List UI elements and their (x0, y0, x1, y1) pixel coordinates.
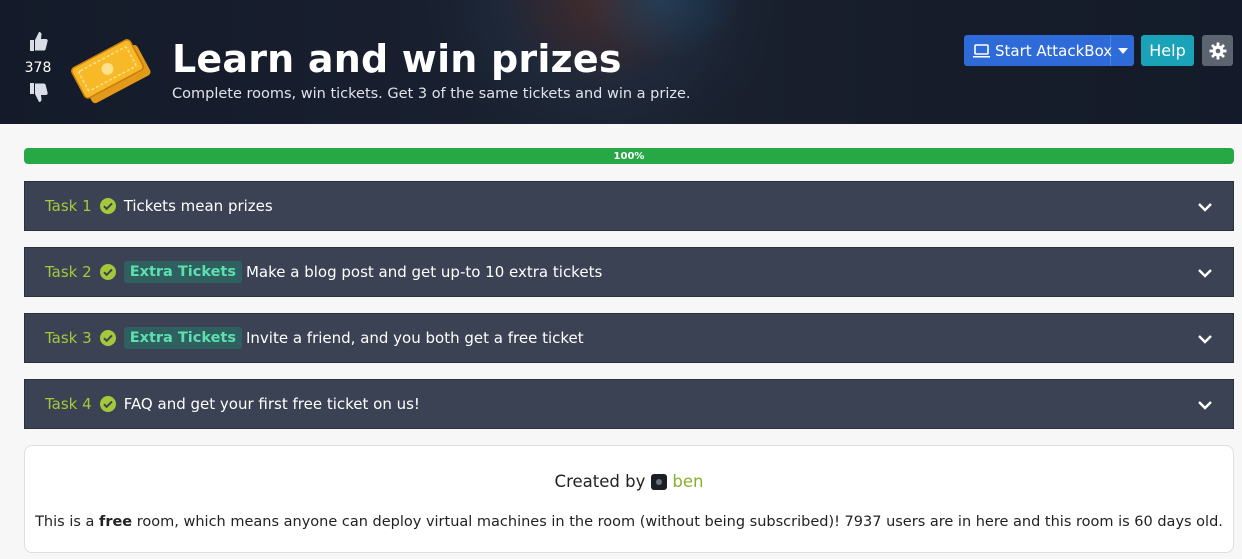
gear-icon (1209, 42, 1226, 59)
created-by-label: Created by (554, 472, 646, 491)
task-number: Task 3 (45, 329, 92, 347)
page-title: Learn and win prizes (172, 37, 622, 81)
help-button[interactable]: Help (1141, 35, 1194, 66)
room-progress-bar: 100% (24, 148, 1234, 164)
start-attackbox-button[interactable]: Start AttackBox (964, 35, 1134, 66)
task-3-header[interactable]: Task 3 Extra Tickets Invite a friend, an… (24, 313, 1234, 363)
ticket-icon (71, 39, 151, 104)
page-subtitle: Complete rooms, win tickets. Get 3 of th… (172, 86, 691, 102)
task-number: Task 1 (45, 197, 92, 215)
task-2-header[interactable]: Task 2 Extra Tickets Make a blog post an… (24, 247, 1234, 297)
chevron-down-icon[interactable] (1197, 199, 1213, 215)
task-number: Task 2 (45, 263, 92, 281)
task-title: Make a blog post and get up-to 10 extra … (245, 263, 603, 281)
extra-tickets-badge: Extra Tickets (123, 327, 242, 349)
vote-panel: 378 (22, 30, 54, 104)
check-circle-icon (99, 198, 116, 214)
room-info-card: Created by ben This is a free room, whic… (24, 445, 1234, 553)
chevron-down-icon[interactable] (1197, 331, 1213, 347)
free-label: free (99, 514, 133, 530)
task-number: Task 4 (45, 395, 92, 413)
thumbs-down-icon[interactable] (28, 82, 48, 104)
chevron-down-icon[interactable] (1197, 397, 1213, 413)
room-header: 378 Learn and win prizes Complete rooms,… (0, 0, 1242, 124)
room-description: This is a free room, which means anyone … (35, 514, 1223, 530)
thumbs-up-icon[interactable] (28, 30, 48, 52)
settings-button[interactable] (1202, 35, 1233, 66)
progress-label: 100% (613, 150, 645, 162)
check-circle-icon (99, 396, 116, 412)
vote-count: 378 (24, 60, 52, 76)
chevron-down-icon[interactable] (1197, 265, 1213, 281)
extra-tickets-badge: Extra Tickets (123, 261, 242, 283)
start-attackbox-label: Start AttackBox (995, 41, 1113, 60)
task-title: Invite a friend, and you both get a free… (245, 329, 584, 347)
check-circle-icon (99, 264, 116, 280)
task-1-header[interactable]: Task 1 Tickets mean prizes (24, 181, 1234, 231)
task-title: Tickets mean prizes (123, 197, 273, 215)
check-circle-icon (99, 330, 116, 346)
progress-fill: 100% (24, 148, 1234, 164)
laptop-icon (973, 43, 990, 57)
caret-down-icon (1117, 47, 1128, 54)
created-by-line: Created by ben (25, 472, 1233, 491)
attackbox-dropdown-toggle[interactable] (1110, 35, 1134, 66)
author-avatar[interactable] (651, 473, 668, 490)
author-link[interactable]: ben (672, 472, 703, 491)
task-4-header[interactable]: Task 4 FAQ and get your first free ticke… (24, 379, 1234, 429)
task-title: FAQ and get your first free ticket on us… (123, 395, 420, 413)
